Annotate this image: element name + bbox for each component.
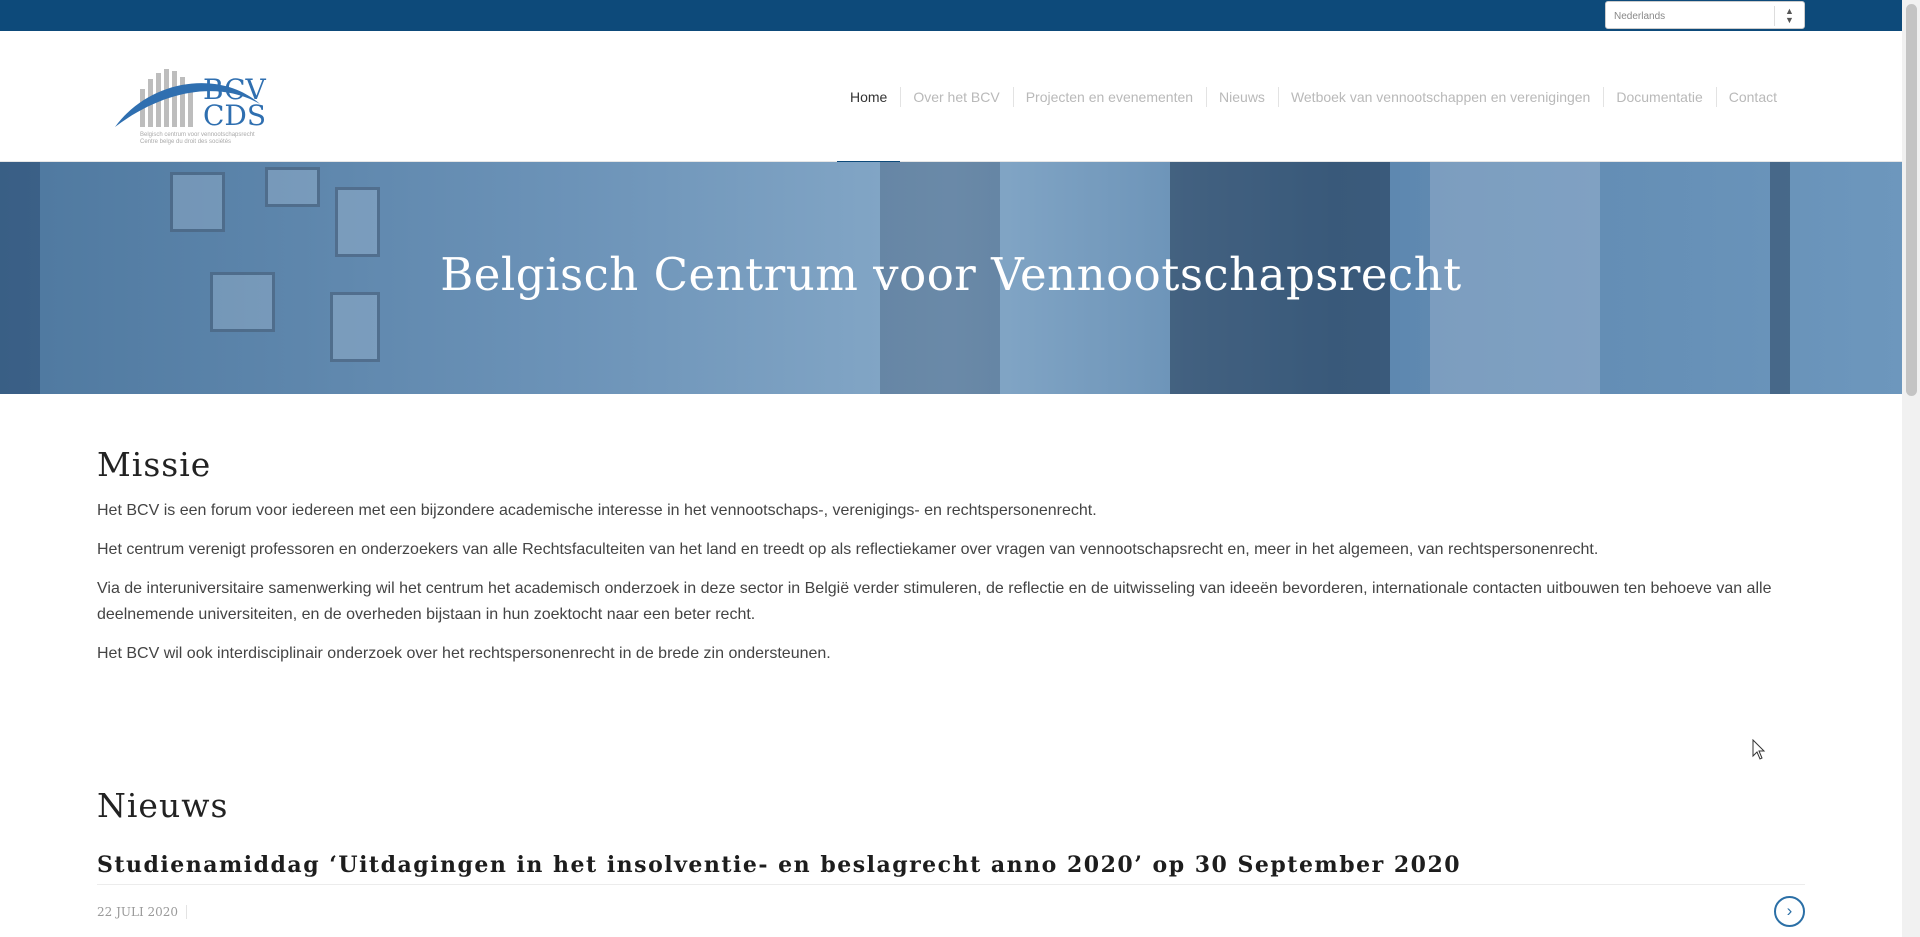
language-select[interactable]: Nederlands ▲ ▼ <box>1605 1 1805 29</box>
mission-paragraph: Via de interuniversitaire samenwerking w… <box>97 580 1772 623</box>
scrollbar[interactable] <box>1902 0 1920 937</box>
logo-tagline: Belgisch centrum voor vennootschapsrecht… <box>140 132 255 146</box>
mission-paragraph: Het BCV wil ook interdisciplinair onderz… <box>97 645 831 662</box>
language-select-value: Nederlands <box>1614 11 1666 22</box>
mission-heading: Missie <box>97 445 212 484</box>
hero-banner: Belgisch Centrum voor Vennootschapsrecht <box>0 162 1902 394</box>
nav-item-documentatie[interactable]: Documentatie <box>1603 31 1715 162</box>
logo-wordmark: BCV CDS <box>203 76 267 132</box>
news-heading: Nieuws <box>97 786 229 825</box>
hero-photo-frame <box>170 172 225 232</box>
site-logo[interactable]: BCV CDS Belgisch centrum voor vennootsch… <box>110 49 270 145</box>
logo-tagline-2: Centre belge du droit des sociétés <box>140 139 232 145</box>
hero-photo-frame <box>330 292 380 362</box>
nav-item-contact[interactable]: Contact <box>1715 31 1790 162</box>
nav-item-over-het-bcv[interactable]: Over het BCV <box>900 31 1012 162</box>
logo-line-2: CDS <box>203 99 267 132</box>
news-item-date: 22 JULI 2020 <box>97 905 188 919</box>
main-nav: Home Over het BCV Projecten en evenement… <box>836 31 1790 163</box>
mouse-cursor-icon <box>1752 739 1766 760</box>
mission-section: Missie Het BCV is een forum voor iederee… <box>97 445 1805 667</box>
site-header: BCV CDS Belgisch centrum voor vennootsch… <box>0 31 1902 163</box>
nav-item-nieuws[interactable]: Nieuws <box>1206 31 1278 162</box>
nav-item-wetboek[interactable]: Wetboek van vennootschappen en verenigin… <box>1277 31 1603 162</box>
scrollbar-thumb[interactable] <box>1906 4 1917 396</box>
divider <box>97 884 1805 885</box>
hero-title: Belgisch Centrum voor Vennootschapsrecht <box>440 248 1462 301</box>
select-arrows-icon: ▲ ▼ <box>1774 6 1804 26</box>
nav-item-projecten[interactable]: Projecten en evenementen <box>1012 31 1206 162</box>
logo-tagline-1: Belgisch centrum voor vennootschapsrecht <box>140 132 255 138</box>
top-bar: Nederlands ▲ ▼ <box>0 0 1902 31</box>
news-item-title[interactable]: Studienamiddag ‘Uitdagingen in het insol… <box>97 852 1461 878</box>
nav-item-home[interactable]: Home <box>836 31 901 163</box>
mission-paragraph: Het BCV is een forum voor iedereen met e… <box>97 502 1097 519</box>
mission-paragraph: Het centrum verenigt professoren en onde… <box>97 541 1599 558</box>
hero-photo-frame <box>335 187 380 257</box>
hero-photo-frame <box>265 167 320 207</box>
chevron-right-icon[interactable]: › <box>1774 896 1805 927</box>
